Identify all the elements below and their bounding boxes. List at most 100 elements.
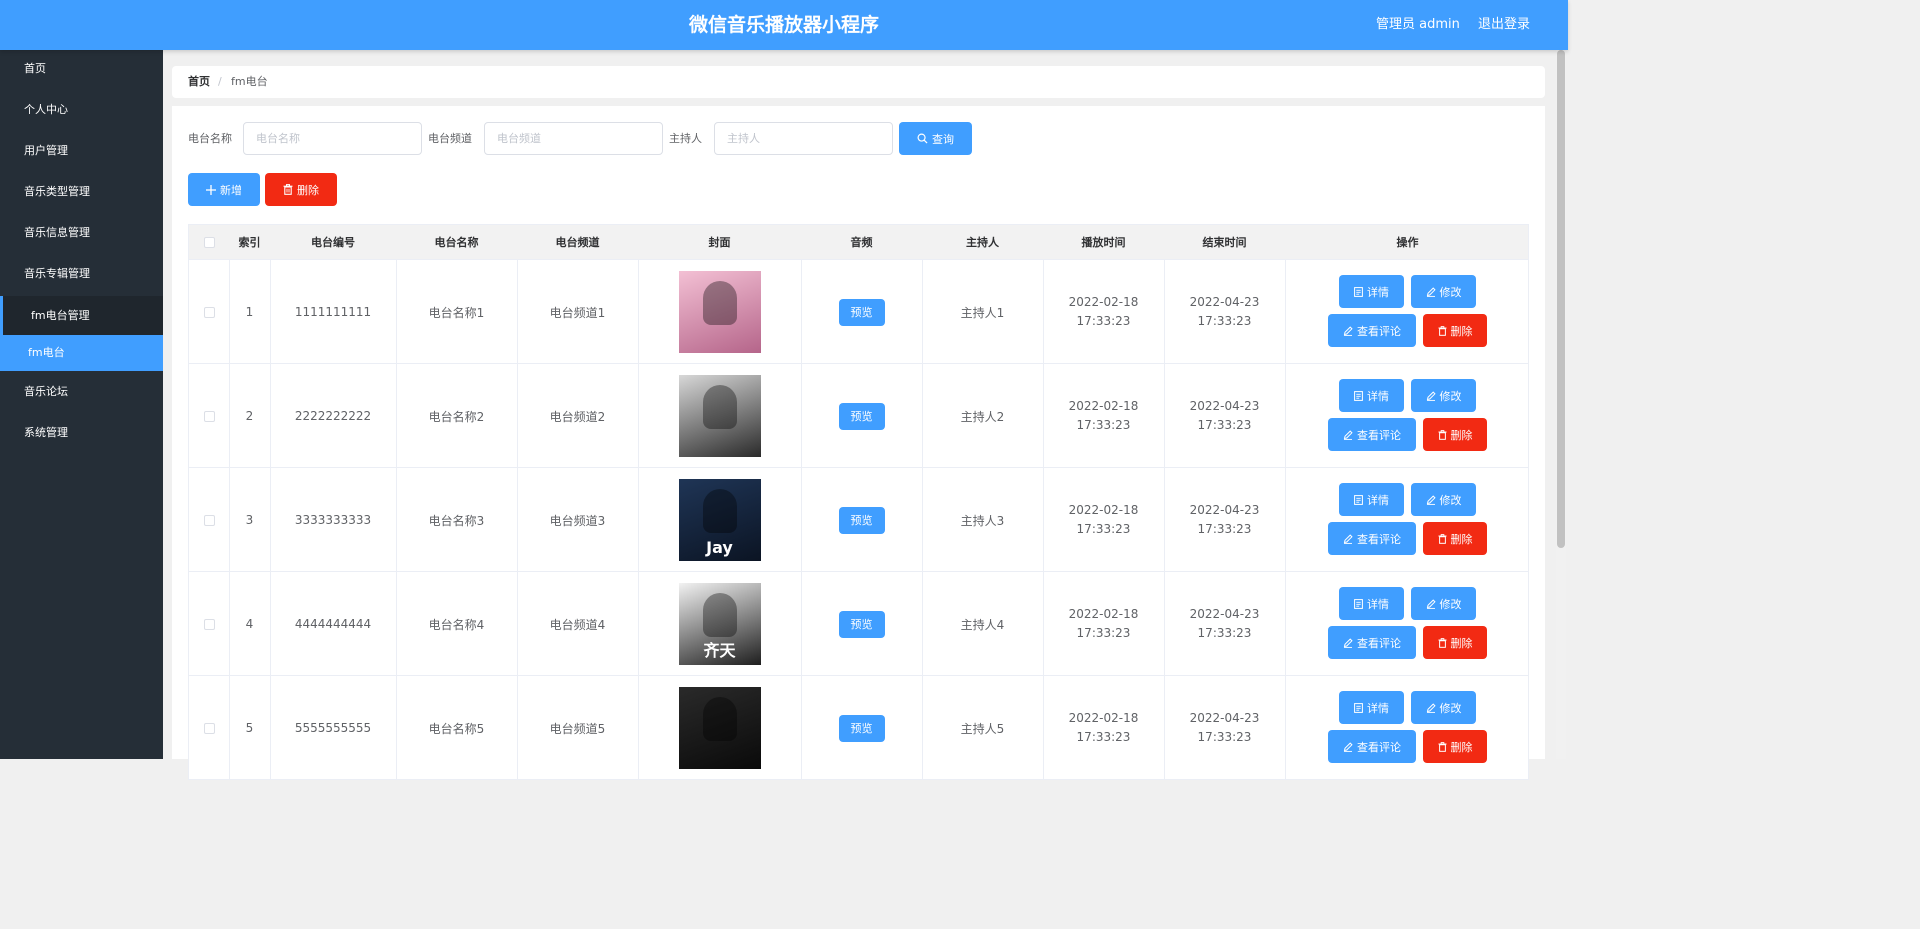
- column-header-channel: 电台频道: [555, 236, 600, 249]
- edit-icon: [1426, 390, 1436, 401]
- sidebar-item-music-info-management[interactable]: 音乐信息管理: [0, 215, 163, 251]
- logout-link[interactable]: 退出登录: [1478, 0, 1530, 50]
- audio-preview-button[interactable]: 预览: [838, 506, 885, 534]
- index-cell: 3: [245, 513, 254, 527]
- delete-label: 删除: [1450, 532, 1473, 546]
- edit-label: 修改: [1439, 493, 1462, 507]
- sidebar-item-system-management[interactable]: 系统管理: [0, 415, 163, 451]
- sidebar-item-music-album-management[interactable]: 音乐专辑管理: [0, 256, 163, 292]
- detail-button[interactable]: 详情: [1339, 587, 1404, 620]
- cover-cell: [638, 364, 801, 468]
- index-cell: 1: [245, 305, 254, 319]
- view-comments-button[interactable]: 查看评论: [1328, 314, 1416, 347]
- delete-button[interactable]: 删除: [1423, 314, 1487, 347]
- audio-cell: 预览: [801, 260, 922, 364]
- row-checkbox[interactable]: [203, 306, 215, 318]
- column-header-index: 索引: [238, 236, 261, 249]
- scrollbar-thumb[interactable]: [1557, 50, 1565, 548]
- detail-button[interactable]: 详情: [1339, 691, 1404, 724]
- row-checkbox[interactable]: [203, 722, 215, 734]
- column-header-cover: 封面: [708, 236, 731, 249]
- row-checkbox[interactable]: [203, 514, 215, 526]
- edit-button[interactable]: 修改: [1411, 691, 1476, 724]
- admin-user-label: 管理员 admin: [1376, 17, 1460, 32]
- view-comments-label: 查看评论: [1357, 636, 1401, 650]
- select-cell: [189, 260, 229, 364]
- row-actions: 详情 修改查看评论 删除: [1285, 572, 1530, 676]
- end-time: 2022-04-23 17:33:23: [1189, 607, 1260, 640]
- edit-button[interactable]: 修改: [1411, 275, 1476, 308]
- sidebar-item-music-forum[interactable]: 音乐论坛: [0, 374, 163, 410]
- station-channel-cell: 电台频道4: [549, 617, 606, 632]
- table-row: 2 2222222222 电台名称2 电台频道2 预览 主持人2 2022-02-18 17…: [188, 364, 1529, 468]
- delete-button[interactable]: 删除: [1423, 522, 1487, 555]
- detail-label: 详情: [1367, 285, 1389, 299]
- cover-cell: Jay: [638, 468, 801, 572]
- delete-button[interactable]: 删除: [1423, 730, 1487, 763]
- view-comments-button[interactable]: 查看评论: [1328, 730, 1416, 763]
- column-header-actions: 操作: [1396, 236, 1419, 249]
- host-label: 主持人: [669, 132, 702, 145]
- host-input[interactable]: [714, 122, 893, 155]
- end-time-cell: 2022-04-23 17:33:23: [1164, 260, 1285, 364]
- add-button[interactable]: 新增: [188, 173, 260, 206]
- breadcrumb-home[interactable]: 首页: [188, 66, 210, 98]
- cover-cell: [638, 676, 801, 780]
- cover-image: Jay: [678, 479, 761, 561]
- detail-button[interactable]: 详情: [1339, 483, 1404, 516]
- audio-cell: 预览: [801, 676, 922, 780]
- select-all-cell: [189, 225, 229, 261]
- query-button[interactable]: 查询: [899, 122, 972, 155]
- delete-button[interactable]: 删除: [1423, 418, 1487, 451]
- sidebar-item-user-management[interactable]: 用户管理: [0, 133, 163, 169]
- view-comments-button[interactable]: 查看评论: [1328, 522, 1416, 555]
- select-all-checkbox[interactable]: [203, 237, 215, 248]
- add-button-label: 新增: [220, 183, 242, 197]
- station-channel-input[interactable]: [484, 122, 663, 155]
- column-header-name: 电台名称: [434, 236, 479, 249]
- start-time-cell: 2022-02-18 17:33:23: [1043, 468, 1164, 572]
- row-checkbox[interactable]: [203, 410, 215, 422]
- sidebar-item-personal-center[interactable]: 个人中心: [0, 92, 163, 128]
- station-name-cell: 电台名称2: [428, 409, 485, 424]
- audio-preview-button[interactable]: 预览: [838, 402, 885, 430]
- audio-preview-button[interactable]: 预览: [838, 714, 885, 742]
- cover-text: Jay: [706, 538, 733, 557]
- index-cell: 4: [245, 617, 254, 631]
- audio-preview-button[interactable]: 预览: [838, 298, 885, 326]
- sidebar-item-fm-station[interactable]: fm电台: [0, 335, 163, 371]
- detail-label: 详情: [1367, 493, 1389, 507]
- detail-button[interactable]: 详情: [1339, 379, 1404, 412]
- batch-delete-button[interactable]: 删除: [265, 173, 337, 206]
- sidebar-item-music-type-management[interactable]: 音乐类型管理: [0, 174, 163, 210]
- delete-button[interactable]: 删除: [1423, 626, 1487, 659]
- station-name-input[interactable]: [243, 122, 422, 155]
- breadcrumb: 首页 / fm电台: [172, 66, 1545, 98]
- station-code-cell: 1111111111: [294, 305, 372, 319]
- view-comments-label: 查看评论: [1357, 740, 1401, 754]
- host-cell: 主持人4: [960, 617, 1005, 632]
- table-row: 4 4444444444 电台名称4 电台频道4 齐天 预览 主持人4 2022-02-18 …: [188, 572, 1529, 676]
- view-comments-button[interactable]: 查看评论: [1328, 418, 1416, 451]
- view-comments-button[interactable]: 查看评论: [1328, 626, 1416, 659]
- edit-button[interactable]: 修改: [1411, 587, 1476, 620]
- edit-button[interactable]: 修改: [1411, 483, 1476, 516]
- page-scrollbar[interactable]: [1556, 50, 1566, 759]
- sidebar-item-home[interactable]: 首页: [0, 51, 163, 87]
- start-time: 2022-02-18 17:33:23: [1068, 399, 1139, 432]
- index-cell: 2: [245, 409, 254, 423]
- edit-button[interactable]: 修改: [1411, 379, 1476, 412]
- row-checkbox[interactable]: [203, 618, 215, 630]
- sidebar-item-fm-station-management[interactable]: fm电台管理: [0, 296, 163, 335]
- station-name-cell: 电台名称5: [428, 721, 485, 736]
- edit-icon: [1343, 429, 1353, 440]
- end-time-cell: 2022-04-23 17:33:23: [1164, 364, 1285, 468]
- audio-preview-button[interactable]: 预览: [838, 610, 885, 638]
- actions-cell: 详情 修改查看评论 删除: [1285, 260, 1530, 364]
- edit-icon: [1343, 741, 1353, 752]
- detail-button[interactable]: 详情: [1339, 275, 1404, 308]
- trash-icon: [1437, 533, 1447, 544]
- plus-icon: [206, 184, 216, 195]
- detail-label: 详情: [1367, 389, 1389, 403]
- cover-figure: [702, 385, 737, 429]
